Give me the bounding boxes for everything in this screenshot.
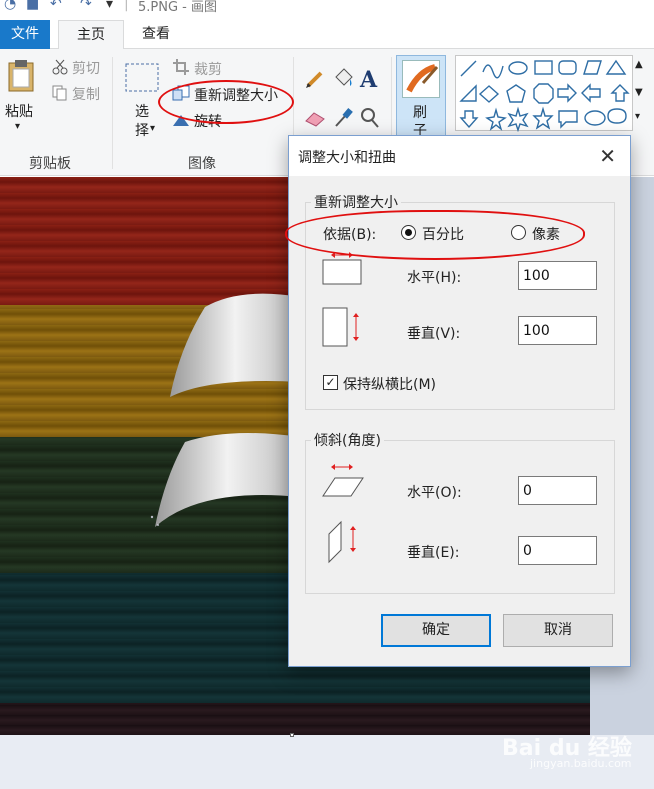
shapes-scroll-down-icon[interactable]: ▼ [635,87,643,98]
paste-button[interactable]: 粘贴 [5,101,33,121]
cut-button[interactable]: 剪切 [72,58,100,78]
ribbon-divider [112,57,113,169]
title-bar: ◔ ■ ↶ ↷ ▾ | 5.PNG - 画图 [0,0,654,16]
horizontal-input[interactable] [518,261,597,290]
keep-ratio-checkbox[interactable]: ✓ [323,375,338,390]
fill-icon[interactable] [332,67,354,93]
skew-horizontal-icon [321,462,365,504]
shapes-more-icon[interactable]: ▾ [635,111,640,122]
resize-vertical-icon [321,306,365,354]
dialog-title-bar: 调整大小和扭曲 ✕ [289,136,630,176]
ribbon-tabs: 文件 主页 查看 [0,16,654,50]
select-dropdown-icon[interactable]: ▾ [150,123,155,134]
tab-file[interactable]: 文件 [0,20,50,49]
text-icon[interactable]: A [360,67,377,93]
paint-app-icon: ◔ [4,0,17,12]
select-icon[interactable] [125,63,159,97]
magnifier-icon[interactable] [360,107,380,133]
shapes-gallery[interactable] [455,55,633,133]
brushes-button[interactable]: 刷 子 [396,55,446,139]
cancel-button[interactable]: 取消 [503,614,613,647]
windows-logo-image [150,293,300,527]
skew-horizontal-label: 水平(O): [407,485,462,501]
shapes-scroll-up-icon[interactable]: ▲ [635,59,643,70]
dialog-title: 调整大小和扭曲 [298,150,396,166]
ok-button[interactable]: 确定 [381,614,491,647]
brush-icon [402,60,440,98]
shapes-gallery-icons [459,59,630,133]
vertical-label: 垂直(V): [407,326,461,342]
paste-icon[interactable] [6,59,36,93]
vertical-input[interactable] [518,316,597,345]
skew-legend: 倾斜(角度) [311,430,384,450]
annotation-circle-resize-by [285,210,585,260]
save-icon[interactable]: ■ [26,0,39,12]
undo-icon[interactable]: ↶ [50,0,62,12]
horizontal-label: 水平(H): [407,270,462,286]
copy-button[interactable]: 复制 [72,84,100,104]
skew-vertical-input[interactable] [518,536,597,565]
pencil-icon[interactable] [305,69,325,93]
close-icon[interactable]: ✕ [599,144,616,168]
customize-icon[interactable]: ▾ [106,0,113,12]
title-separator: | [124,0,129,12]
crop-icon[interactable] [173,59,189,79]
keep-ratio-label[interactable]: 保持纵横比(M) [343,374,436,394]
window-title: 5.PNG - 画图 [138,0,217,15]
cut-icon[interactable] [52,59,68,79]
paste-dropdown-icon[interactable]: ▾ [15,121,20,132]
clipboard-group-label: 剪贴板 [29,156,71,172]
color-picker-icon[interactable] [333,107,353,133]
tab-view[interactable]: 查看 [128,20,184,49]
image-group-label: 图像 [188,156,216,172]
skew-vertical-icon [325,520,365,570]
redo-icon[interactable]: ↷ [80,0,92,12]
crop-button[interactable]: 裁剪 [194,59,222,79]
resize-skew-dialog: 调整大小和扭曲 ✕ 重新调整大小 依据(B): 百分比 像素 水平(H): 垂直… [285,135,631,667]
annotation-circle-resize [158,80,294,124]
skew-vertical-label: 垂直(E): [407,545,460,561]
resize-legend: 重新调整大小 [311,192,401,212]
select-button[interactable]: 选 择 [135,103,149,141]
watermark-url: jingyan.baidu.com [530,757,632,770]
resize-handle[interactable] [290,733,294,737]
eraser-icon[interactable] [304,109,326,131]
copy-icon[interactable] [52,85,68,105]
tab-home[interactable]: 主页 [58,20,124,50]
skew-horizontal-input[interactable] [518,476,597,505]
